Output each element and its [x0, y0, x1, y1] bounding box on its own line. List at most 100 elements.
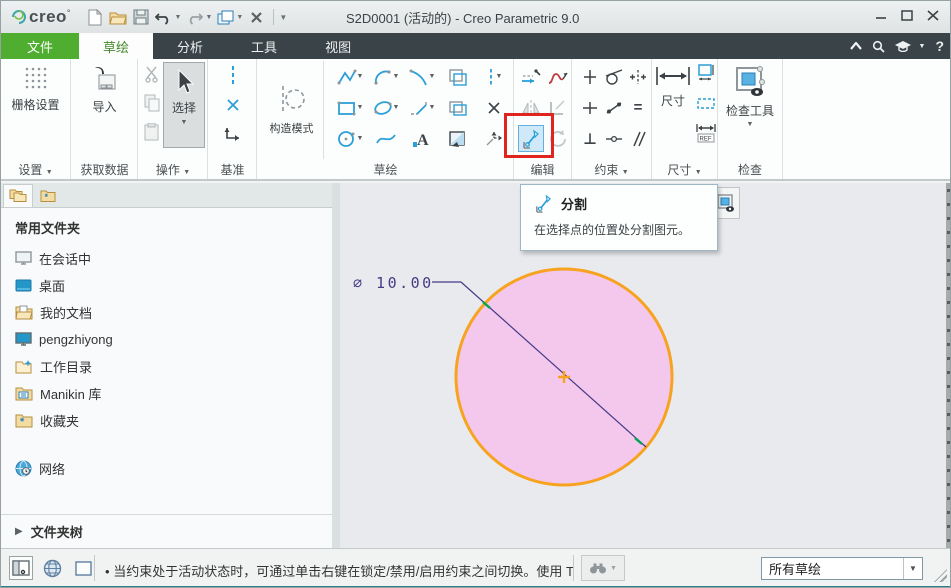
tab-file[interactable]: 文件	[1, 33, 80, 59]
learning-center-icon[interactable]	[894, 40, 911, 52]
filter-dropdown-caret[interactable]: ▼	[903, 558, 922, 579]
sketch-canvas[interactable]: ∅ 10.00 分割 在选择点的位置处分割图元。	[340, 183, 946, 548]
tab-tools[interactable]: 工具	[227, 33, 301, 59]
line-chain-button[interactable]: ▼	[332, 61, 368, 92]
perimeter-dimension-icon[interactable]	[695, 62, 717, 84]
line-chain-caret[interactable]: ▼	[357, 73, 364, 80]
folder-tree-expand-arrow[interactable]: ▶	[15, 526, 23, 537]
navigator-toggle-button[interactable]	[9, 556, 33, 580]
select-button[interactable]: 选择 ▼	[163, 62, 205, 148]
navigator-sash[interactable]	[332, 183, 340, 548]
close-button[interactable]	[920, 4, 946, 26]
find-caret[interactable]: ▼	[610, 565, 617, 572]
maximize-button[interactable]	[894, 4, 920, 26]
find-button[interactable]: ▼	[581, 555, 625, 581]
ellipse-button[interactable]: ▼	[368, 92, 404, 123]
minimize-button[interactable]	[868, 4, 894, 26]
vertical-constraint-button[interactable]	[578, 61, 602, 92]
mirror-button[interactable]	[517, 92, 544, 123]
resize-grip[interactable]	[934, 569, 947, 582]
qat-customize-caret[interactable]: ▼	[279, 13, 287, 22]
collapse-ribbon-icon[interactable]	[849, 42, 862, 50]
sidebar-item-computer[interactable]: pengzhiyong	[1, 326, 332, 353]
tangent-constraint-button[interactable]	[602, 61, 626, 92]
paste-icon[interactable]	[141, 121, 163, 143]
tab-favorites[interactable]: *	[33, 184, 63, 207]
tab-analysis[interactable]: 分析	[153, 33, 227, 59]
close-window-button[interactable]	[246, 7, 266, 27]
web-browser-toggle-button[interactable]	[40, 556, 64, 580]
help-icon[interactable]: ?	[935, 38, 944, 54]
reference-dimension-icon[interactable]: REF	[695, 122, 717, 144]
spline-button[interactable]	[368, 123, 404, 154]
fullscreen-toggle-button[interactable]	[71, 556, 95, 580]
horizontal-constraint-button[interactable]	[578, 92, 602, 123]
sidebar-item-desktop[interactable]: 桌面	[1, 272, 332, 299]
thicken-button[interactable]	[440, 92, 476, 123]
divide-button[interactable]	[517, 123, 544, 154]
undo-button[interactable]	[154, 7, 174, 27]
grid-settings-button[interactable]: 栅格设置	[1, 59, 70, 155]
new-file-button[interactable]	[85, 7, 105, 27]
learning-center-caret[interactable]: ▼	[919, 43, 926, 50]
chamfer-caret[interactable]: ▼	[429, 104, 436, 111]
centerline-tool-caret[interactable]: ▼	[496, 73, 503, 80]
redo-button[interactable]	[184, 7, 204, 27]
coincident-constraint-button[interactable]	[602, 92, 626, 123]
group-label-settings[interactable]: 设置 ▼	[1, 161, 70, 178]
coordinate-system-icon[interactable]	[222, 124, 244, 146]
filter-combobox[interactable]: 所有草绘 ▼	[761, 557, 923, 580]
rectangle-caret[interactable]: ▼	[357, 104, 364, 111]
tab-sketch[interactable]: 草绘	[79, 33, 154, 59]
sidebar-item-network[interactable]: 网络	[1, 455, 332, 482]
centerline-tool-button[interactable]: ▼	[476, 61, 512, 92]
sidebar-item-working-directory[interactable]: 工作目录	[1, 353, 332, 380]
dimension-value[interactable]: ∅ 10.00	[353, 274, 434, 292]
parallel-constraint-button[interactable]	[626, 123, 650, 154]
ellipse-caret[interactable]: ▼	[393, 104, 400, 111]
group-label-dimension[interactable]: 尺寸 ▼	[652, 161, 717, 178]
midpoint-constraint-button[interactable]	[602, 123, 626, 154]
cut-icon[interactable]	[141, 63, 163, 85]
rectangle-button[interactable]: ▼	[332, 92, 368, 123]
right-panel-sash[interactable]	[946, 183, 950, 586]
construction-mode-toggle[interactable]: 构造模式	[260, 61, 324, 159]
open-file-button[interactable]	[108, 7, 128, 27]
arc-caret[interactable]: ▼	[393, 73, 400, 80]
folder-tree-bar[interactable]: ▶ 文件夹树	[1, 514, 332, 548]
fillet-caret[interactable]: ▼	[429, 73, 436, 80]
delete-segment-button[interactable]	[544, 61, 571, 92]
sidebar-item-manikin-library[interactable]: Manikin 库	[1, 380, 332, 407]
sidebar-item-in-session[interactable]: 在会话中	[1, 245, 332, 272]
group-label-operations[interactable]: 操作 ▼	[139, 161, 207, 178]
sidebar-item-favorites[interactable]: * 收藏夹	[1, 407, 332, 434]
equal-constraint-button[interactable]: =	[626, 92, 650, 123]
inspect-tools-button[interactable]: 检查工具 ▼	[718, 59, 782, 155]
windows-button[interactable]	[215, 7, 235, 27]
copy-icon[interactable]	[141, 92, 163, 114]
arc-button[interactable]: ▼	[368, 61, 404, 92]
group-label-constrain[interactable]: 约束 ▼	[572, 161, 651, 178]
circle-caret[interactable]: ▼	[357, 135, 364, 142]
save-button[interactable]	[131, 7, 151, 27]
perpendicular-constraint-button[interactable]: ⊥	[578, 123, 602, 154]
sketch-point-button[interactable]	[476, 92, 512, 123]
undo-dropdown-caret[interactable]: ▼	[175, 14, 182, 21]
modify-button[interactable]	[517, 61, 544, 92]
centerline-icon[interactable]	[222, 64, 244, 86]
fillet-button[interactable]: ▼	[404, 61, 440, 92]
palette-button[interactable]	[440, 123, 476, 154]
import-button[interactable]: 导入	[72, 59, 137, 155]
dimension-button[interactable]: 尺寸	[652, 59, 694, 155]
search-icon[interactable]	[872, 40, 885, 53]
text-button[interactable]: A	[404, 123, 440, 154]
sidebar-item-my-documents[interactable]: 我的文档	[1, 299, 332, 326]
redo-dropdown-caret[interactable]: ▼	[205, 14, 212, 21]
rotate-resize-button[interactable]	[544, 123, 571, 154]
inspect-tools-caret[interactable]: ▼	[747, 121, 754, 128]
offset-button[interactable]	[440, 61, 476, 92]
windows-dropdown-caret[interactable]: ▼	[236, 14, 243, 21]
point-icon[interactable]	[222, 94, 244, 116]
chamfer-button[interactable]: ▼	[404, 92, 440, 123]
baseline-dimension-icon[interactable]	[695, 92, 717, 114]
